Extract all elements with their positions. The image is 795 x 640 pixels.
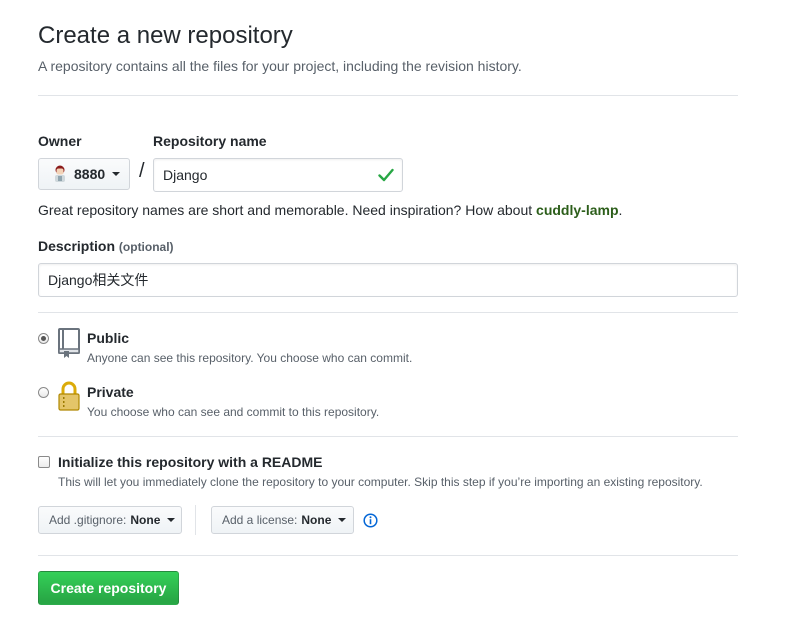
repo-book-icon (57, 327, 81, 362)
description-label-text: Description (38, 238, 116, 254)
info-icon[interactable] (363, 513, 378, 531)
license-dropdown[interactable]: Add a license: None (211, 506, 354, 534)
hint-suffix: . (618, 202, 623, 218)
vertical-divider (195, 505, 196, 535)
divider (38, 312, 738, 313)
chevron-down-icon (167, 518, 176, 522)
chevron-down-icon (338, 518, 347, 522)
name-hint: Great repository names are short and mem… (38, 202, 622, 218)
optional-note: (optional) (118, 240, 174, 254)
description-label: Description (optional) (38, 238, 174, 254)
divider (38, 95, 738, 96)
repository-name-input[interactable]: Django (153, 158, 403, 192)
create-repository-button[interactable]: Create repository (38, 571, 179, 605)
repository-name-value: Django (163, 167, 208, 183)
owner-label: Owner (38, 133, 82, 149)
lock-icon (57, 380, 81, 415)
owner-dropdown[interactable]: 8880 (38, 158, 130, 190)
readme-title: Initialize this repository with a README (58, 454, 323, 470)
public-title: Public (87, 330, 130, 346)
private-description: You choose who can see and commit to thi… (87, 405, 380, 419)
hint-text: Great repository names are short and mem… (38, 202, 537, 218)
user-avatar-icon (52, 165, 68, 183)
divider (38, 555, 738, 556)
chevron-down-icon (112, 172, 121, 176)
page-subtitle: A repository contains all the files for … (38, 58, 522, 74)
license-value: None (301, 513, 332, 527)
owner-repo-separator: / (139, 160, 145, 182)
description-input[interactable]: Django相关文件 (38, 263, 738, 297)
repository-name-label: Repository name (153, 133, 267, 149)
readme-description: This will let you immediately clone the … (58, 475, 703, 489)
private-radio[interactable] (38, 387, 49, 398)
public-radio[interactable] (38, 333, 49, 344)
page-title: Create a new repository (38, 22, 293, 49)
gitignore-value: None (130, 513, 161, 527)
owner-name: 8880 (74, 166, 106, 182)
suggested-name-link[interactable]: cuddly-lamp (536, 202, 618, 218)
private-title: Private (87, 384, 134, 400)
check-icon (378, 168, 394, 185)
readme-checkbox[interactable] (38, 456, 50, 468)
gitignore-prefix: Add .gitignore: (49, 513, 127, 527)
gitignore-dropdown[interactable]: Add .gitignore: None (38, 506, 182, 534)
divider (38, 436, 738, 437)
public-description: Anyone can see this repository. You choo… (87, 351, 413, 365)
license-prefix: Add a license: (222, 513, 298, 527)
